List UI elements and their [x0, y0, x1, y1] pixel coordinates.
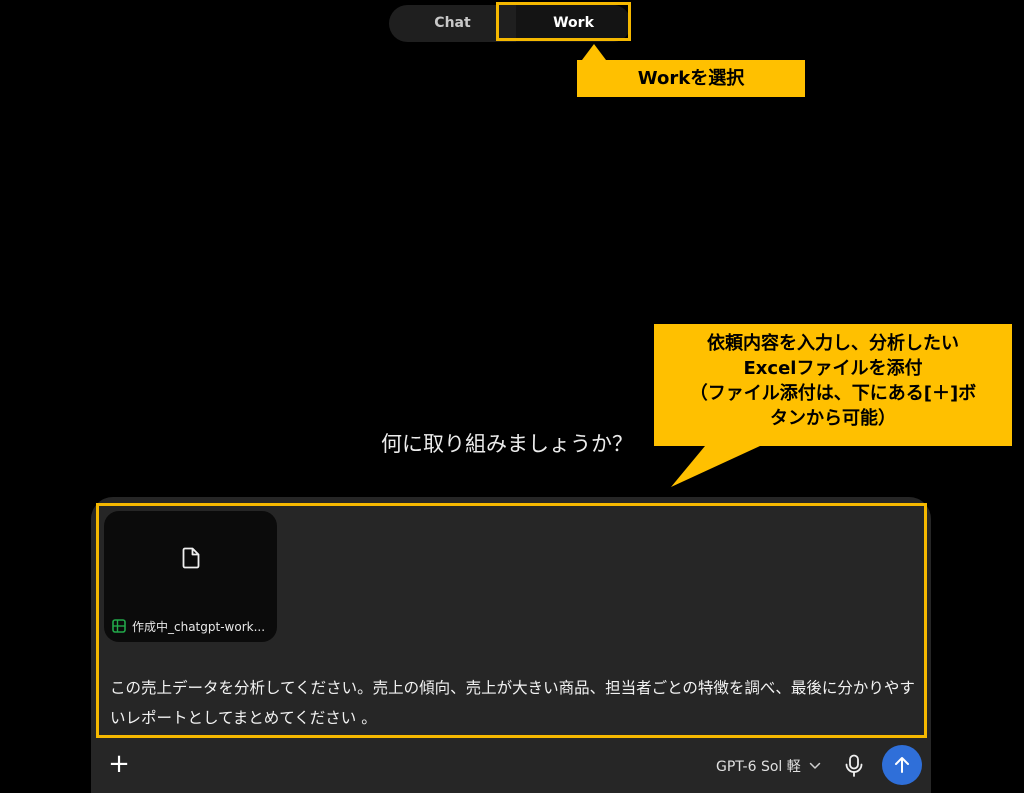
callout-instructions: 依頼内容を入力し、分析したい Excelファイルを添付 （ファイル添付は、下にあ…: [654, 324, 1012, 446]
tab-work[interactable]: Work: [516, 5, 631, 42]
send-button[interactable]: [882, 745, 922, 785]
tab-chat[interactable]: Chat: [389, 5, 516, 42]
model-selector[interactable]: GPT-6 Sol 軽: [716, 756, 821, 776]
mode-tabs: Chat Work: [389, 5, 631, 42]
file-icon: [182, 547, 200, 569]
attachment-file-row: 作成中_chatgpt-work...: [112, 616, 272, 636]
callout-pointer: [582, 44, 606, 60]
arrow-up-icon: [895, 757, 909, 773]
add-attachment-button[interactable]: +: [107, 751, 131, 777]
callout-line: 依頼内容を入力し、分析したい: [707, 333, 959, 354]
callout-select-work: Workを選択: [577, 60, 805, 97]
attachment-file-name: 作成中_chatgpt-work...: [132, 619, 266, 634]
microphone-icon[interactable]: [845, 754, 863, 778]
attachment-card[interactable]: 作成中_chatgpt-work...: [104, 511, 277, 642]
callout-line: Excelファイルを添付: [743, 358, 923, 379]
prompt-input[interactable]: この売上データを分析してください。売上の傾向、売上が大きい商品、担当者ごとの特徴…: [110, 673, 920, 733]
page-question: 何に取り組みましょうか？: [381, 432, 633, 456]
spreadsheet-icon: [112, 619, 126, 633]
chevron-down-icon: [809, 762, 821, 769]
model-label: GPT-6 Sol 軽: [716, 759, 801, 775]
callout-line: （ファイル添付は、下にある[＋]ボ: [689, 383, 977, 404]
callout-line: タンから可能）: [770, 408, 896, 429]
